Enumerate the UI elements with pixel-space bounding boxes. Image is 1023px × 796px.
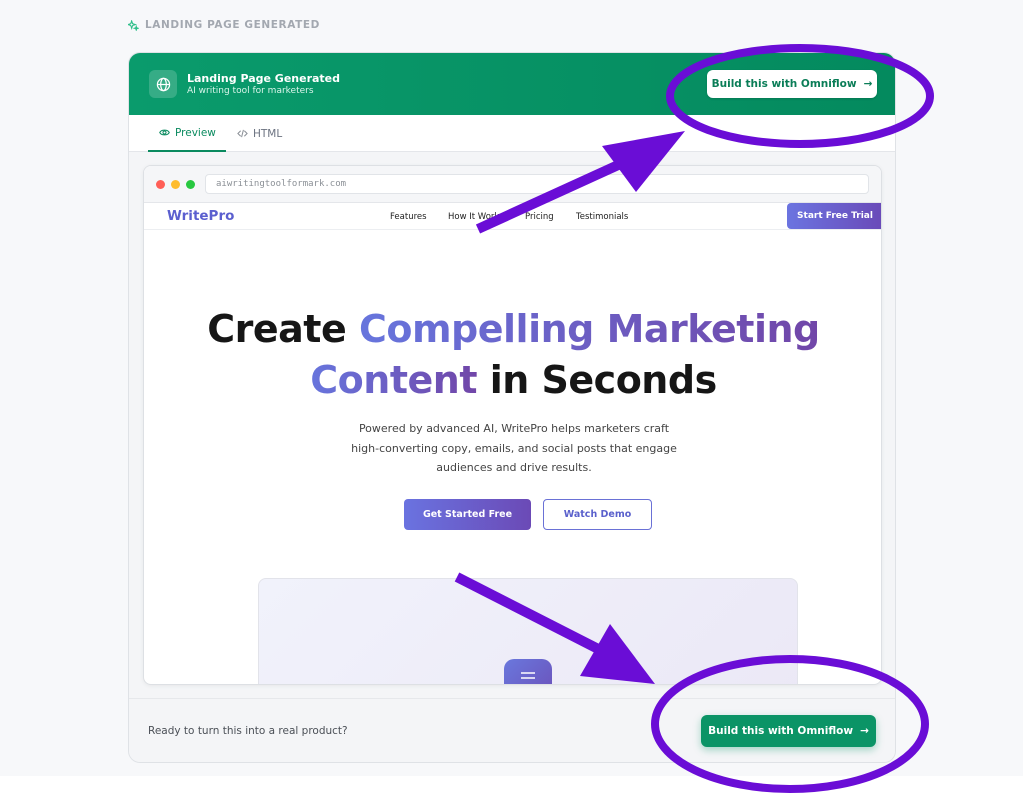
build-with-omniflow-header-button[interactable]: Build this with Omniflow → [707,70,877,98]
hero-headline-line2: Content in Seconds [144,358,881,402]
product-mockup [258,578,798,684]
section-label-text: LANDING PAGE GENERATED [145,19,320,31]
card-header: Landing Page Generated AI writing tool f… [129,53,895,115]
nav-link-features[interactable]: Features [390,212,427,222]
view-tabs: Preview HTML [129,115,895,152]
globe-icon [156,77,170,91]
tab-html-label: HTML [253,127,283,140]
hero-headline-accent-2: Content [310,358,477,402]
card-footer: Ready to turn this into a real product? … [129,698,895,762]
code-icon [237,129,248,138]
hero-headline-accent: Compelling Marketing [358,307,820,351]
arrow-right-icon: → [863,78,873,90]
section-label: LANDING PAGE GENERATED [128,19,320,31]
minimize-dot-icon [171,180,180,189]
arrow-right-icon: → [860,725,869,737]
browser-chrome: aiwritingtoolformark.com [144,166,881,203]
footer-prompt: Ready to turn this into a real product? [148,725,348,737]
build-with-omniflow-footer-button[interactable]: Build this with Omniflow → [701,715,876,747]
hero-headline-plain-2: in Seconds [477,358,717,402]
maximize-dot-icon [186,180,195,189]
hero-headline-line1: Create Compelling Marketing [144,307,881,351]
browser-preview: aiwritingtoolformark.com WritePro Featur… [143,165,882,685]
url-bar[interactable]: aiwritingtoolformark.com [205,174,869,194]
header-title: Landing Page Generated [187,72,341,85]
close-dot-icon [156,180,165,189]
nav-link-pricing[interactable]: Pricing [525,212,554,222]
start-free-trial-button[interactable]: Start Free Trial [787,203,881,229]
sparkle-icon [128,19,139,31]
hero-paragraph: Powered by advanced AI, WritePro helps m… [351,422,677,474]
header-button-label: Build this with Omniflow [711,78,857,90]
eye-icon [159,129,170,136]
header-subtitle: AI writing tool for marketers [187,86,314,96]
site-logo[interactable]: WritePro [167,208,234,224]
get-started-free-button[interactable]: Get Started Free [404,499,531,530]
hero-headline-plain: Create [207,307,359,351]
tab-preview-label: Preview [175,126,216,139]
tab-preview[interactable]: Preview [148,115,226,152]
site-nav: WritePro Features How It Works Pricing T… [144,203,881,230]
document-icon [504,659,552,684]
tab-html[interactable]: HTML [237,115,282,152]
nav-link-testimonials[interactable]: Testimonials [576,212,628,222]
globe-icon-box [149,70,177,98]
footer-button-label: Build this with Omniflow [708,725,854,737]
nav-link-how-it-works[interactable]: How It Works [448,212,504,222]
watch-demo-button[interactable]: Watch Demo [543,499,652,530]
generated-card: Landing Page Generated AI writing tool f… [128,52,896,763]
